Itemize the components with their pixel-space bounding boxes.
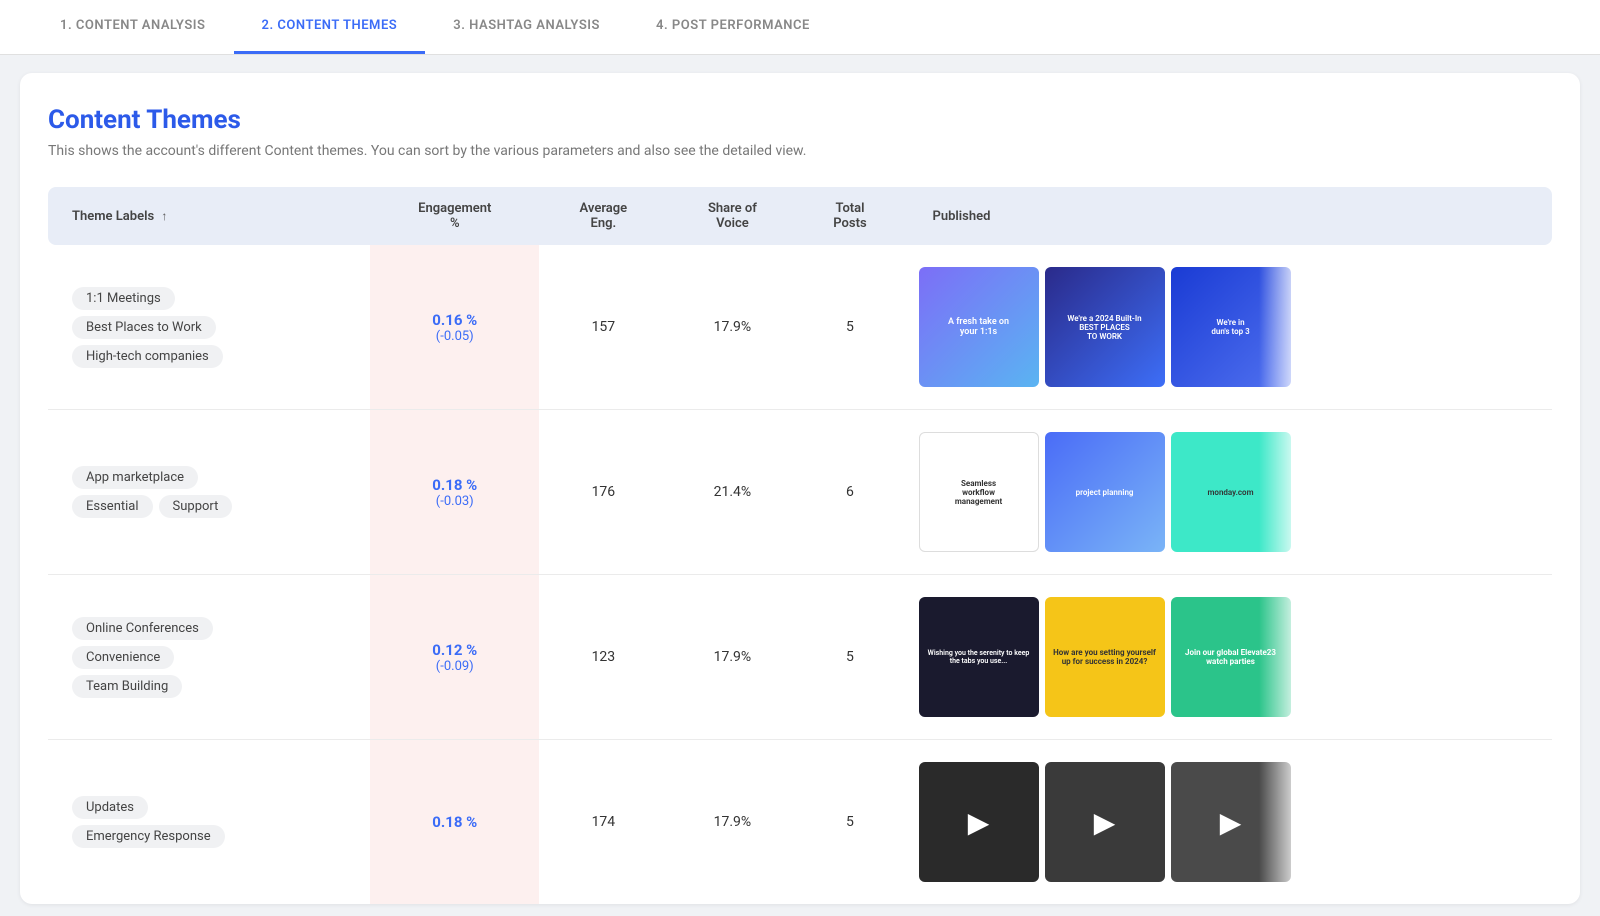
published-img-r3-3[interactable]: Join our global Elevate23 watch parties bbox=[1171, 597, 1291, 717]
tab-content-themes[interactable]: 2. CONTENT THEMES bbox=[234, 0, 426, 54]
tag-teambuilding: Team Building bbox=[72, 675, 182, 698]
tags-cell-row1: 1:1 Meetings Best Places to Work High-te… bbox=[48, 245, 370, 410]
published-img-r1-1[interactable]: A fresh take onyour 1:1s bbox=[919, 267, 1039, 387]
col-header-total-posts[interactable]: TotalPosts bbox=[797, 187, 902, 245]
engagement-cell-row2: 0.18 % (-0.03) bbox=[370, 410, 539, 575]
sov-row2: 21.4% bbox=[667, 410, 797, 575]
tab-content-analysis[interactable]: 1. CONTENT ANALYSIS bbox=[32, 0, 234, 54]
published-img-r2-3[interactable]: monday.com bbox=[1171, 432, 1291, 552]
published-cell-row2: Seamlessworkflowmanagement project plann… bbox=[903, 410, 1552, 575]
tabs-bar: 1. CONTENT ANALYSIS 2. CONTENT THEMES 3.… bbox=[0, 0, 1600, 55]
sov-row4: 17.9% bbox=[667, 740, 797, 905]
published-img-r4-3[interactable]: ▶ bbox=[1171, 762, 1291, 882]
engagement-val-row2: 0.18 % bbox=[386, 476, 523, 494]
tags-cell-row3: Online Conferences Convenience Team Buil… bbox=[48, 575, 370, 740]
tag-emergencyresponse: Emergency Response bbox=[72, 825, 225, 848]
col-header-engagement-pct[interactable]: Engagement% bbox=[370, 187, 539, 245]
page-title: Content Themes bbox=[48, 105, 1552, 135]
posts-row1: 5 bbox=[797, 245, 902, 410]
table-header-row: Theme Labels ↑ Engagement% AverageEng. S… bbox=[48, 187, 1552, 245]
engagement-cell-row4: 0.18 % bbox=[370, 740, 539, 905]
published-img-r1-2[interactable]: We're a 2024 Built-InBEST PLACESTO WORK bbox=[1045, 267, 1165, 387]
tags-cell-row2: App marketplace Essential Support bbox=[48, 410, 370, 575]
published-cell-row4: ▶ ▶ ▶ bbox=[903, 740, 1552, 905]
avg-eng-row1: 157 bbox=[539, 245, 667, 410]
avg-eng-row2: 176 bbox=[539, 410, 667, 575]
main-card: Content Themes This shows the account's … bbox=[20, 73, 1580, 904]
tag-appmarketplace: App marketplace bbox=[72, 466, 198, 489]
published-images-row4: ▶ ▶ ▶ bbox=[919, 762, 1299, 882]
page-wrapper: 1. CONTENT ANALYSIS 2. CONTENT THEMES 3.… bbox=[0, 0, 1600, 916]
published-img-r3-1[interactable]: Wishing you the serenity to keep the tab… bbox=[919, 597, 1039, 717]
tag-11meetings: 1:1 Meetings bbox=[72, 287, 175, 310]
engagement-cell-row3: 0.12 % (-0.09) bbox=[370, 575, 539, 740]
tag-onlineconferences: Online Conferences bbox=[72, 617, 213, 640]
tag-convenience: Convenience bbox=[72, 646, 174, 669]
tag-list-row4: Updates Emergency Response bbox=[72, 796, 354, 848]
engagement-delta-row1: (-0.05) bbox=[386, 329, 523, 344]
tag-list-row3: Online Conferences Convenience Team Buil… bbox=[72, 617, 354, 698]
engagement-val-row4: 0.18 % bbox=[386, 813, 523, 831]
tags-cell-row4: Updates Emergency Response bbox=[48, 740, 370, 905]
published-img-r4-2[interactable]: ▶ bbox=[1045, 762, 1165, 882]
engagement-cell-row1: 0.16 % (-0.05) bbox=[370, 245, 539, 410]
engagement-delta-row3: (-0.09) bbox=[386, 659, 523, 674]
tag-hightech: High-tech companies bbox=[72, 345, 223, 368]
tag-list-row1: 1:1 Meetings Best Places to Work High-te… bbox=[72, 287, 354, 368]
posts-row3: 5 bbox=[797, 575, 902, 740]
tag-essential: Essential bbox=[72, 495, 153, 518]
published-images-row3: Wishing you the serenity to keep the tab… bbox=[919, 597, 1299, 717]
published-img-r3-2[interactable]: How are you setting yourself up for succ… bbox=[1045, 597, 1165, 717]
tag-list-row2: App marketplace Essential Support bbox=[72, 466, 354, 518]
published-img-r2-1[interactable]: Seamlessworkflowmanagement bbox=[919, 432, 1039, 552]
published-images-row2: Seamlessworkflowmanagement project plann… bbox=[919, 432, 1299, 552]
section-description: This shows the account's different Conte… bbox=[48, 143, 1552, 159]
col-header-theme-labels[interactable]: Theme Labels ↑ bbox=[48, 187, 370, 245]
engagement-val-row3: 0.12 % bbox=[386, 641, 523, 659]
tag-bestplaces: Best Places to Work bbox=[72, 316, 216, 339]
table-row: App marketplace Essential Support 0.18 %… bbox=[48, 410, 1552, 575]
published-cell-row1: A fresh take onyour 1:1s We're a 2024 Bu… bbox=[903, 245, 1552, 410]
published-cell-row3: Wishing you the serenity to keep the tab… bbox=[903, 575, 1552, 740]
published-img-r2-2[interactable]: project planning bbox=[1045, 432, 1165, 552]
sort-arrow-icon: ↑ bbox=[161, 209, 167, 223]
published-img-r4-1[interactable]: ▶ bbox=[919, 762, 1039, 882]
avg-eng-row4: 174 bbox=[539, 740, 667, 905]
sov-row1: 17.9% bbox=[667, 245, 797, 410]
col-header-avg-eng[interactable]: AverageEng. bbox=[539, 187, 667, 245]
col-header-published[interactable]: Published bbox=[903, 187, 1552, 245]
content-themes-table: Theme Labels ↑ Engagement% AverageEng. S… bbox=[48, 187, 1552, 904]
tag-row-row2: Essential Support bbox=[72, 495, 232, 518]
posts-row2: 6 bbox=[797, 410, 902, 575]
engagement-delta-row2: (-0.03) bbox=[386, 494, 523, 509]
posts-row4: 5 bbox=[797, 740, 902, 905]
table-row: Updates Emergency Response 0.18 % 174 17… bbox=[48, 740, 1552, 905]
published-img-r1-3[interactable]: We're indun's top 3 bbox=[1171, 267, 1291, 387]
table-row: Online Conferences Convenience Team Buil… bbox=[48, 575, 1552, 740]
avg-eng-row3: 123 bbox=[539, 575, 667, 740]
published-images-row1: A fresh take onyour 1:1s We're a 2024 Bu… bbox=[919, 267, 1299, 387]
tag-updates: Updates bbox=[72, 796, 148, 819]
sov-row3: 17.9% bbox=[667, 575, 797, 740]
table-row: 1:1 Meetings Best Places to Work High-te… bbox=[48, 245, 1552, 410]
tag-support: Support bbox=[159, 495, 233, 518]
tab-post-performance[interactable]: 4. POST PERFORMANCE bbox=[628, 0, 838, 54]
col-header-share-of-voice[interactable]: Share ofVoice bbox=[667, 187, 797, 245]
tab-hashtag-analysis[interactable]: 3. HASHTAG ANALYSIS bbox=[425, 0, 628, 54]
engagement-val-row1: 0.16 % bbox=[386, 311, 523, 329]
